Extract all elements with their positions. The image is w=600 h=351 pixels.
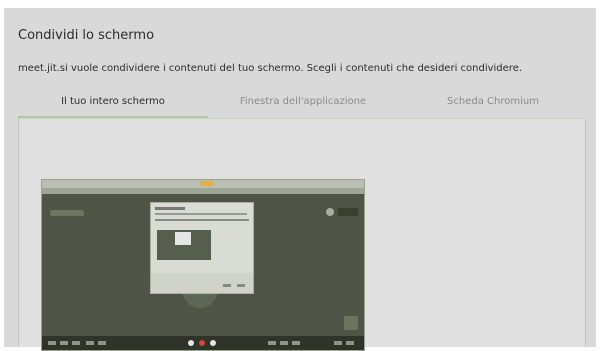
thumbnail-modal-preview	[157, 230, 211, 260]
thumbnail-toolbar-item	[268, 341, 276, 345]
dialog-subtitle: meet.jit.si vuole condividere i contenut…	[18, 63, 523, 74]
tab-application-window[interactable]: Finestra dell'applicazione	[208, 92, 398, 118]
thumbnail-toolbar-item	[346, 341, 354, 345]
tab-entire-screen[interactable]: Il tuo intero schermo	[18, 92, 208, 118]
thumbnail-modal	[150, 202, 254, 294]
thumbnail-modal-button	[223, 284, 231, 287]
thumbnail-modal-title	[155, 207, 185, 210]
thumbnail-corner-button	[344, 316, 358, 330]
thumbnail-toolbar-item	[98, 341, 106, 345]
tab-bar: Il tuo intero schermo Finestra dell'appl…	[18, 92, 586, 118]
tab-label: Scheda Chromium	[447, 96, 539, 107]
thumbnail-toolbar	[42, 336, 364, 350]
thumbnail-mic-dot	[188, 340, 194, 346]
thumbnail-modal-footer	[151, 273, 253, 293]
screen-thumbnail[interactable]	[41, 179, 365, 351]
thumbnail-toolbar-item	[86, 341, 94, 345]
thumbnail-modal-tabs	[155, 219, 249, 221]
thumbnail-modal-button	[237, 284, 245, 287]
share-screen-dialog: Condividi lo schermo meet.jit.si vuole c…	[4, 8, 596, 351]
thumbnail-record-dot	[199, 340, 205, 346]
dialog-title: Condividi lo schermo	[18, 28, 155, 43]
thumbnail-toolbar-item	[60, 341, 68, 345]
thumbnail-logo	[50, 210, 84, 216]
thumbnail-address-bar	[42, 188, 364, 194]
tab-chromium[interactable]: Scheda Chromium	[398, 92, 588, 118]
tab-label: Finestra dell'applicazione	[239, 96, 367, 107]
thumbnail-status-dot	[326, 208, 334, 216]
tab-label: Il tuo intero schermo	[61, 96, 165, 107]
thumbnail-modal-preview-inner	[175, 232, 191, 245]
thumbnail-toolbar-item	[280, 341, 288, 345]
thumbnail-modal-text	[155, 213, 247, 215]
thumbnail-toolbar-item	[48, 341, 56, 345]
thumbnail-control	[338, 208, 358, 216]
thumbnail-camera-dot	[210, 340, 216, 346]
thumbnail-toolbar-item	[72, 341, 80, 345]
thumbnail-tab-indicator	[200, 181, 214, 186]
share-content-area	[18, 118, 586, 351]
thumbnail-toolbar-item	[292, 341, 300, 345]
thumbnail-toolbar-item	[334, 341, 342, 345]
